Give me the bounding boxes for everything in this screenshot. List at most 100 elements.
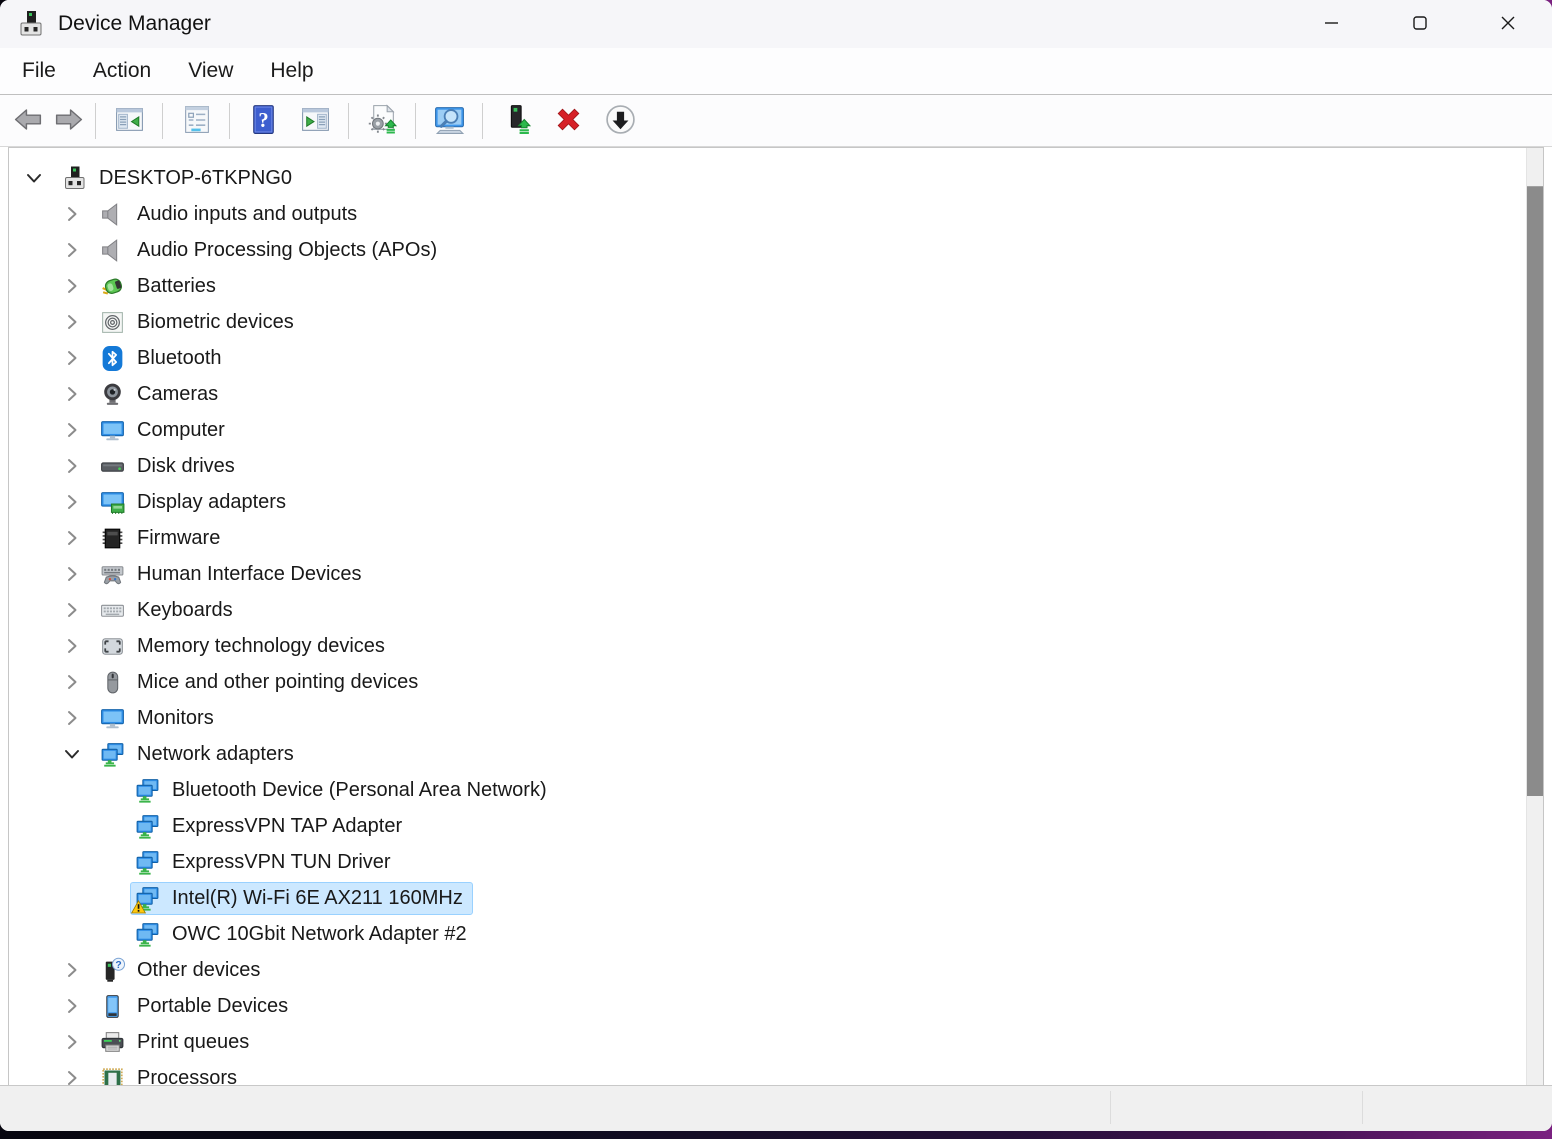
chevron-right-icon[interactable] bbox=[59, 561, 85, 587]
chevron-right-icon[interactable] bbox=[59, 453, 85, 479]
row-content: DESKTOP-6TKPNG0 bbox=[57, 162, 302, 195]
back-arrow-icon bbox=[12, 103, 45, 139]
tree-item-human-interface-devices[interactable]: Human Interface Devices bbox=[9, 556, 1526, 592]
tree-item-bluetooth[interactable]: Bluetooth bbox=[9, 340, 1526, 376]
tree-item-portable-devices[interactable]: Portable Devices bbox=[9, 988, 1526, 1024]
chevron-down-icon[interactable] bbox=[59, 741, 85, 767]
processor-icon bbox=[99, 1065, 126, 1085]
show-action-pane-button[interactable] bbox=[292, 99, 338, 143]
chevron-right-icon[interactable] bbox=[59, 525, 85, 551]
tree-item-display-adapters[interactable]: Display adapters bbox=[9, 484, 1526, 520]
tree-item-expressvpn-tap-adapter[interactable]: ExpressVPN TAP Adapter bbox=[9, 808, 1526, 844]
chevron-down-icon[interactable] bbox=[21, 165, 47, 191]
tree-item-label: ExpressVPN TUN Driver bbox=[172, 850, 391, 873]
row-content: Disk drives bbox=[95, 450, 245, 483]
tree-item-print-queues[interactable]: Print queues bbox=[9, 1024, 1526, 1060]
chevron-right-icon[interactable] bbox=[59, 705, 85, 731]
tree-item-biometric-devices[interactable]: Biometric devices bbox=[9, 304, 1526, 340]
maximize-button[interactable] bbox=[1376, 0, 1464, 48]
disable-device-button[interactable] bbox=[597, 99, 643, 143]
chevron-right-icon[interactable] bbox=[59, 669, 85, 695]
tree-item-network-adapters[interactable]: Network adapters bbox=[9, 736, 1526, 772]
add-driver-button[interactable] bbox=[493, 99, 539, 143]
tree-item-desktop-6tkpng0[interactable]: DESKTOP-6TKPNG0 bbox=[9, 160, 1526, 196]
chevron-right-icon[interactable] bbox=[59, 957, 85, 983]
forward-arrow-button[interactable] bbox=[49, 99, 87, 143]
monitor-icon bbox=[99, 705, 126, 732]
console-content: DESKTOP-6TKPNG0 Audio inputs and outputs A… bbox=[8, 147, 1544, 1085]
tree-item-label: Intel(R) Wi-Fi 6E AX211 160MHz bbox=[172, 886, 463, 909]
chevron-right-icon[interactable] bbox=[59, 201, 85, 227]
chevron-right-icon[interactable] bbox=[59, 1029, 85, 1055]
network-adapter-icon bbox=[99, 741, 126, 768]
tree-item-label: DESKTOP-6TKPNG0 bbox=[99, 166, 293, 189]
tree-item-keyboards[interactable]: Keyboards bbox=[9, 592, 1526, 628]
tree-item-intel-r-wi-fi-6e-ax211-160mhz[interactable]: Intel(R) Wi-Fi 6E AX211 160MHz bbox=[9, 880, 1526, 916]
update-driver-button[interactable] bbox=[359, 99, 405, 143]
network-adapter-icon bbox=[131, 885, 161, 914]
chevron-right-icon[interactable] bbox=[59, 345, 85, 371]
row-content: Audio inputs and outputs bbox=[95, 198, 367, 231]
tree-item-batteries[interactable]: Batteries bbox=[9, 268, 1526, 304]
tree-item-label: Memory technology devices bbox=[137, 634, 385, 657]
show-action-pane-icon bbox=[299, 103, 332, 139]
tree-item-label: Firmware bbox=[137, 526, 221, 549]
tree-item-label: Network adapters bbox=[137, 742, 294, 765]
tree-item-bluetooth-device-personal-area-network[interactable]: Bluetooth Device (Personal Area Network) bbox=[9, 772, 1526, 808]
properties-button[interactable] bbox=[173, 99, 219, 143]
help-button[interactable]: ? bbox=[240, 99, 286, 143]
show-console-tree-button[interactable] bbox=[106, 99, 152, 143]
menu-file[interactable]: File bbox=[20, 55, 58, 87]
menu-help[interactable]: Help bbox=[268, 55, 315, 87]
vertical-scrollbar[interactable] bbox=[1526, 148, 1543, 1085]
tree-item-audio-inputs-and-outputs[interactable]: Audio inputs and outputs bbox=[9, 196, 1526, 232]
tree-item-label: Disk drives bbox=[137, 454, 235, 477]
chevron-right-icon[interactable] bbox=[59, 237, 85, 263]
tree-item-memory-technology-devices[interactable]: Memory technology devices bbox=[9, 628, 1526, 664]
chevron-right-icon[interactable] bbox=[59, 381, 85, 407]
row-content: Portable Devices bbox=[95, 990, 298, 1023]
chevron-right-icon[interactable] bbox=[59, 633, 85, 659]
tree-item-disk-drives[interactable]: Disk drives bbox=[9, 448, 1526, 484]
tree-item-firmware[interactable]: Firmware bbox=[9, 520, 1526, 556]
camera-icon bbox=[99, 381, 126, 408]
scrollbar-thumb[interactable] bbox=[1527, 186, 1543, 796]
chevron-right-icon[interactable] bbox=[59, 597, 85, 623]
tree-item-monitors[interactable]: Monitors bbox=[9, 700, 1526, 736]
row-content: Computer bbox=[95, 414, 235, 447]
chevron-right-icon[interactable] bbox=[59, 273, 85, 299]
chevron-right-icon[interactable] bbox=[59, 417, 85, 443]
back-arrow-button[interactable] bbox=[9, 99, 47, 143]
status-bar bbox=[0, 1085, 1552, 1131]
row-content: Monitors bbox=[95, 702, 224, 735]
chevron-right-icon[interactable] bbox=[59, 993, 85, 1019]
scan-hardware-changes-button[interactable] bbox=[426, 99, 472, 143]
tree-item-processors[interactable]: Processors bbox=[9, 1060, 1526, 1085]
chevron-right-icon[interactable] bbox=[59, 309, 85, 335]
fingerprint-icon bbox=[99, 309, 126, 336]
menu-view[interactable]: View bbox=[186, 55, 235, 87]
menu-action[interactable]: Action bbox=[91, 55, 153, 87]
tree-item-label: Portable Devices bbox=[137, 994, 289, 1017]
tree-item-mice-and-other-pointing-devices[interactable]: Mice and other pointing devices bbox=[9, 664, 1526, 700]
memory-card-icon bbox=[99, 633, 126, 660]
tree-item-expressvpn-tun-driver[interactable]: ExpressVPN TUN Driver bbox=[9, 844, 1526, 880]
tree-item-computer[interactable]: Computer bbox=[9, 412, 1526, 448]
printer-icon bbox=[99, 1029, 126, 1056]
device-tree: DESKTOP-6TKPNG0 Audio inputs and outputs A… bbox=[9, 148, 1526, 1085]
warning-icon bbox=[131, 899, 146, 914]
minimize-button[interactable] bbox=[1288, 0, 1376, 48]
tree-item-owc-10gbit-network-adapter-2[interactable]: OWC 10Gbit Network Adapter #2 bbox=[9, 916, 1526, 952]
uninstall-device-button[interactable] bbox=[545, 99, 591, 143]
tree-item-label: Human Interface Devices bbox=[137, 562, 362, 585]
tree-item-other-devices[interactable]: ? Other devices bbox=[9, 952, 1526, 988]
hid-icon bbox=[99, 561, 126, 588]
row-content: Cameras bbox=[95, 378, 228, 411]
chevron-right-icon[interactable] bbox=[59, 1065, 85, 1085]
uninstall-device-icon bbox=[552, 103, 585, 139]
tree-item-cameras[interactable]: Cameras bbox=[9, 376, 1526, 412]
row-content: Mice and other pointing devices bbox=[95, 666, 428, 699]
close-button[interactable] bbox=[1464, 0, 1552, 48]
tree-item-audio-processing-objects-apos[interactable]: Audio Processing Objects (APOs) bbox=[9, 232, 1526, 268]
chevron-right-icon[interactable] bbox=[59, 489, 85, 515]
